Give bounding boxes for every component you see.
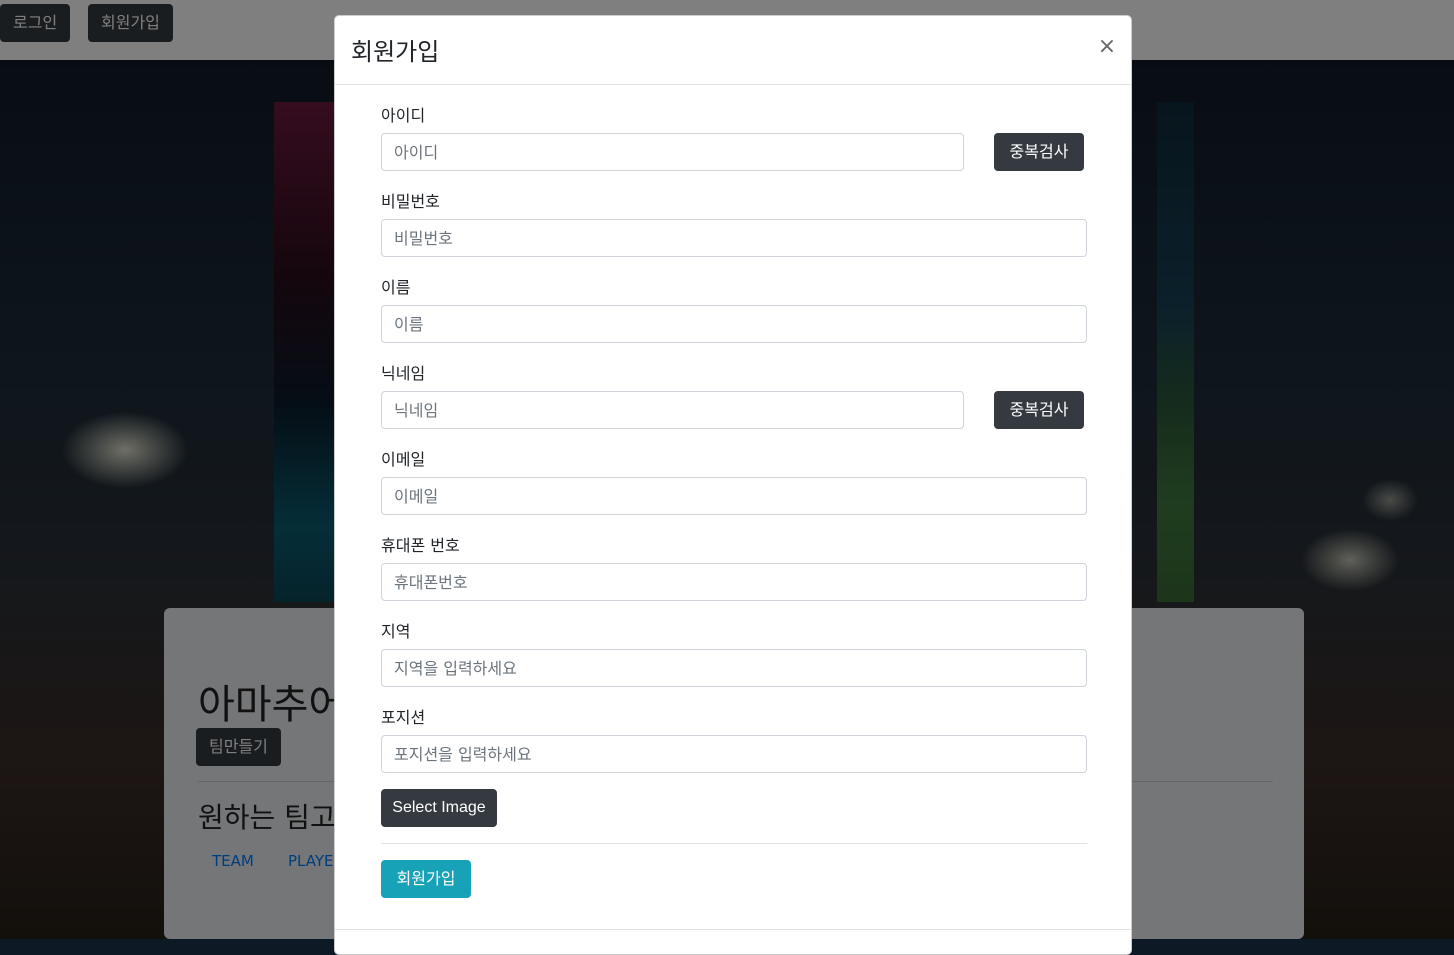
form-divider	[381, 843, 1087, 844]
password-label: 비밀번호	[381, 192, 440, 211]
nickname-label: 닉네임	[381, 364, 426, 383]
modal-footer-divider	[335, 929, 1131, 930]
email-label: 이메일	[381, 450, 426, 469]
region-input[interactable]	[381, 649, 1087, 687]
username-check-button[interactable]: 중복검사	[994, 133, 1084, 171]
region-label: 지역	[381, 622, 411, 641]
signup-submit-button[interactable]: 회원가입	[381, 860, 471, 898]
select-image-button[interactable]: Select Image	[381, 789, 497, 827]
username-input[interactable]	[381, 133, 964, 171]
position-label: 포지션	[381, 708, 426, 727]
username-label: 아이디	[381, 106, 426, 125]
phone-input[interactable]	[381, 563, 1087, 601]
modal-title: 회원가입	[351, 38, 440, 66]
close-icon[interactable]: ×	[1095, 33, 1119, 61]
phone-label: 휴대폰 번호	[381, 536, 460, 555]
nickname-input[interactable]	[381, 391, 964, 429]
modal-header: 회원가입 ×	[335, 16, 1131, 85]
position-input[interactable]	[381, 735, 1087, 773]
email-input[interactable]	[381, 477, 1087, 515]
name-input[interactable]	[381, 305, 1087, 343]
password-input[interactable]	[381, 219, 1087, 257]
name-label: 이름	[381, 278, 411, 297]
nickname-check-button[interactable]: 중복검사	[994, 391, 1084, 429]
signup-modal: 회원가입 × 아이디 중복검사 비밀번호 이름 닉네임 중복검사 이메일 휴대폰…	[334, 15, 1132, 955]
